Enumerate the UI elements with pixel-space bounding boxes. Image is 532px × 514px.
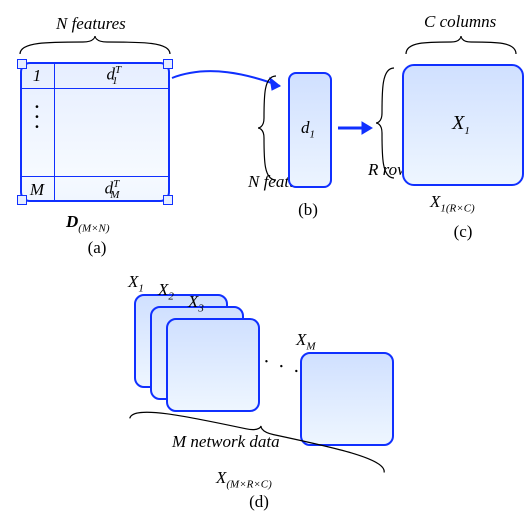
stack-label-1: X1: [128, 272, 144, 294]
stack-label-3: X3: [188, 292, 204, 314]
caption-X1: X1(R×C): [430, 192, 475, 214]
label-m-network: M network data: [172, 432, 280, 452]
row-index-M: M: [20, 180, 54, 200]
grid-line: [20, 88, 170, 89]
label-n-features-a: N features: [56, 14, 126, 34]
diagram-root: N features C columns 1 dT1 ··· M dTM: [0, 0, 532, 514]
row-index-1: 1: [20, 66, 54, 86]
stack-label-2: X2: [158, 280, 174, 302]
panel-a: 1 dT1 ··· M dTM: [20, 62, 170, 202]
stack-label-M: XM: [296, 330, 316, 352]
arrow-b-to-c: [336, 118, 372, 138]
row-label-1: dT1: [54, 64, 170, 87]
grid-line: [20, 176, 170, 177]
brace-n-features-a: [18, 34, 172, 58]
subcaption-d: (d): [244, 492, 274, 512]
subcaption-a: (a): [82, 238, 112, 258]
vector-label-d1: d1: [288, 118, 328, 140]
subcaption-c: (c): [448, 222, 478, 242]
row-dots: ···: [20, 102, 54, 132]
subcaption-b: (b): [290, 200, 326, 220]
brace-c-columns: [402, 34, 520, 58]
label-c-columns: C columns: [424, 12, 496, 32]
row-label-M: dTM: [54, 178, 170, 201]
stack-ellipsis: · · ·: [259, 350, 304, 384]
caption-D: D(M×N): [66, 212, 110, 234]
caption-X-tensor: X(M×R×C): [216, 468, 272, 490]
brace-n-features-b: [256, 72, 280, 184]
matrix-label-X1: X1: [402, 112, 520, 137]
